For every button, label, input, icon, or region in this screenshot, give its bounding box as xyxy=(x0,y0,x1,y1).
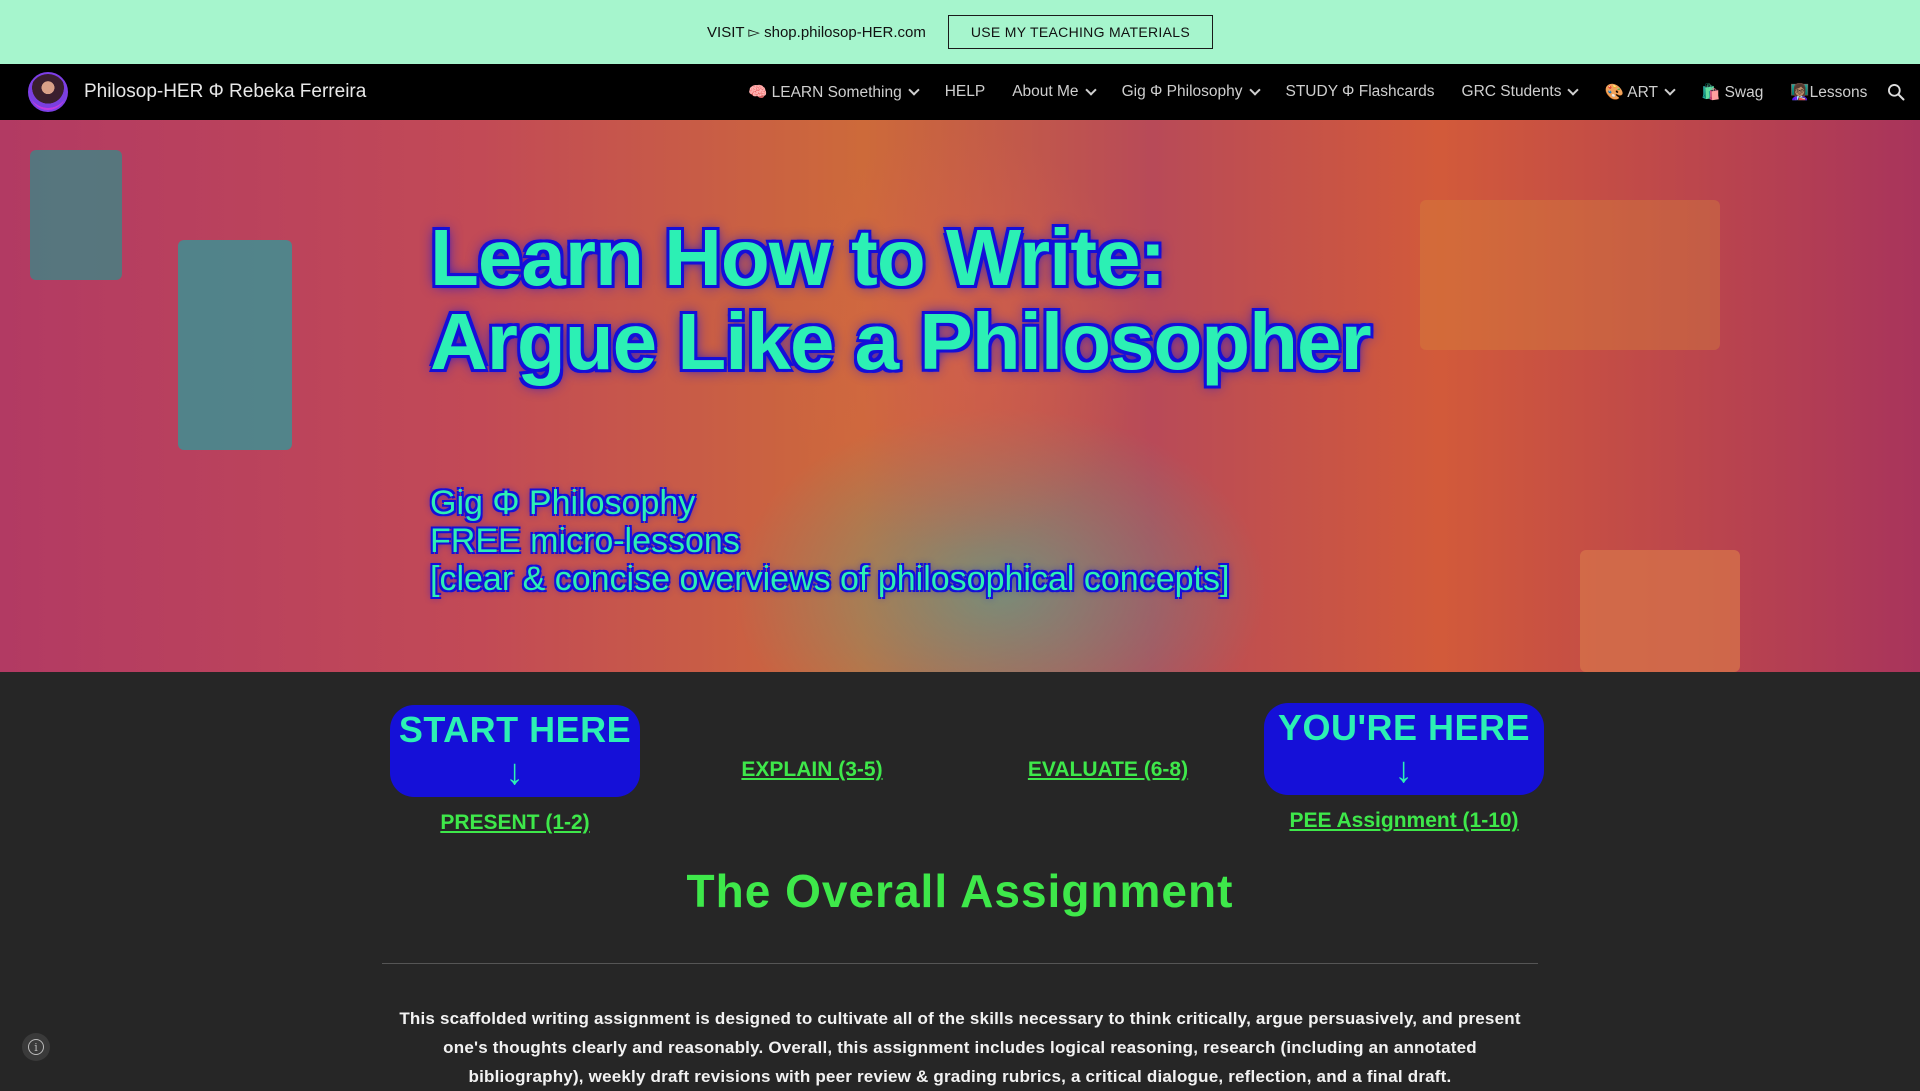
nav-item-grc-students[interactable]: GRC Students xyxy=(1462,83,1580,101)
nav-item-learn[interactable]: 🧠 LEARN Something xyxy=(748,83,920,102)
explain-link[interactable]: EXPLAIN (3-5) xyxy=(741,758,882,782)
hero-banner: Learn How to Write: Argue Like a Philoso… xyxy=(0,120,1920,672)
step-explain: EXPLAIN (3-5) xyxy=(680,758,944,782)
step-evaluate: EVALUATE (6-8) xyxy=(976,758,1240,782)
top-nav: Philosop-HER Φ Rebeka Ferreira 🧠 LEARN S… xyxy=(0,64,1920,120)
hero-title: Learn How to Write: Argue Like a Philoso… xyxy=(430,213,1372,386)
search-icon[interactable] xyxy=(1886,82,1906,102)
site-info-button[interactable]: i xyxy=(22,1033,50,1061)
hero-illustration-pencil-cup xyxy=(1580,550,1740,672)
chevron-down-icon[interactable] xyxy=(1084,84,1097,96)
chevron-down-icon[interactable] xyxy=(1664,84,1676,96)
hero-illustration-notepad xyxy=(178,240,292,450)
step-present: START HERE ↓ PRESENT (1-2) xyxy=(390,705,640,835)
pee-assignment-link[interactable]: PEE Assignment (1-10) xyxy=(1289,809,1518,833)
announcement-bar: VISIT ▻ shop.philosop-HER.com USE MY TEA… xyxy=(0,0,1920,64)
info-icon: i xyxy=(28,1039,44,1055)
nav-item-lessons[interactable]: 👩🏽‍🏫Lessons xyxy=(1790,83,1867,102)
step-pee-assignment: YOU'RE HERE ↓ PEE Assignment (1-10) xyxy=(1264,703,1544,833)
nav-menu: 🧠 LEARN Something HELP About Me Gig Φ Ph… xyxy=(748,64,1894,120)
chevron-down-icon[interactable] xyxy=(1248,84,1261,96)
chevron-down-icon[interactable] xyxy=(908,84,920,96)
nav-item-about[interactable]: About Me xyxy=(1012,83,1097,101)
teaching-materials-button[interactable]: USE MY TEACHING MATERIALS xyxy=(947,15,1213,49)
section-title: The Overall Assignment xyxy=(686,865,1234,917)
nav-item-art[interactable]: 🎨 ART xyxy=(1604,83,1676,102)
nav-item-flashcards[interactable]: STUDY Φ Flashcards xyxy=(1286,83,1435,101)
start-here-badge: START HERE ↓ xyxy=(390,705,640,797)
chevron-down-icon[interactable] xyxy=(1567,84,1580,96)
section-divider xyxy=(382,963,1538,964)
present-link[interactable]: PRESENT (1-2) xyxy=(440,811,589,835)
youre-here-badge: YOU'RE HERE ↓ xyxy=(1264,703,1544,795)
hero-subtitle: Gig Φ Philosophy FREE micro-lessons [cle… xyxy=(430,484,1230,598)
announcement-text[interactable]: VISIT ▻ shop.philosop-HER.com xyxy=(707,23,926,41)
nav-item-help[interactable]: HELP xyxy=(945,83,986,101)
nav-item-swag[interactable]: 🛍️ Swag xyxy=(1701,83,1763,102)
site-title[interactable]: Philosop-HER Φ Rebeka Ferreira xyxy=(84,81,366,103)
nav-item-gig-philosophy[interactable]: Gig Φ Philosophy xyxy=(1122,83,1261,101)
hero-illustration-frame xyxy=(30,150,122,280)
brand[interactable]: Philosop-HER Φ Rebeka Ferreira xyxy=(28,72,366,112)
site-logo[interactable] xyxy=(28,72,68,112)
evaluate-link[interactable]: EVALUATE (6-8) xyxy=(1028,758,1188,782)
section-body: This scaffolded writing assignment is de… xyxy=(399,1009,1521,1086)
hero-illustration-shelf xyxy=(1420,200,1720,350)
